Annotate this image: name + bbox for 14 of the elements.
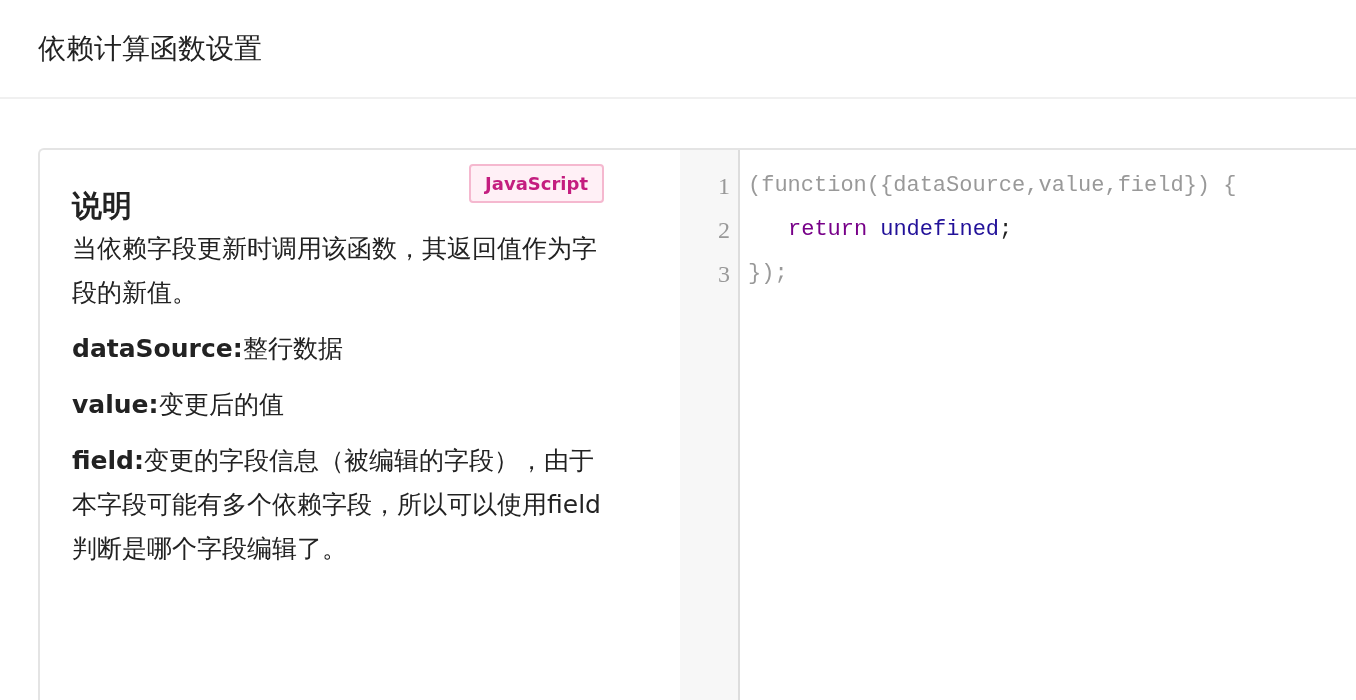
code-line: (function({dataSource,value,field}) { xyxy=(748,172,1238,200)
description-text: 当依赖字段更新时调用该函数，其返回值作为字段的新值。 xyxy=(72,233,598,309)
code-line: }); xyxy=(748,260,789,288)
code-line: return undefined; xyxy=(787,216,1014,244)
line-number: 1 xyxy=(718,172,730,201)
dialog-title: 依赖计算函数设置 xyxy=(38,30,262,67)
description-text: dataSource:整行数据 xyxy=(72,333,344,365)
code-editor[interactable]: (function({dataSource,value,field}) { return undefined; }); xyxy=(740,150,1356,700)
description-text: value:变更后的值 xyxy=(72,389,285,421)
section-heading: 说明 xyxy=(72,187,132,225)
line-number: 2 xyxy=(718,216,730,245)
line-number: 3 xyxy=(718,260,730,289)
language-tag: JavaScript xyxy=(469,164,604,203)
description-text: field:变更的字段信息（被编辑的字段），由于本字段可能有多个依赖字段，所以可以使用field判断是哪个字段编辑了。 xyxy=(72,445,602,565)
